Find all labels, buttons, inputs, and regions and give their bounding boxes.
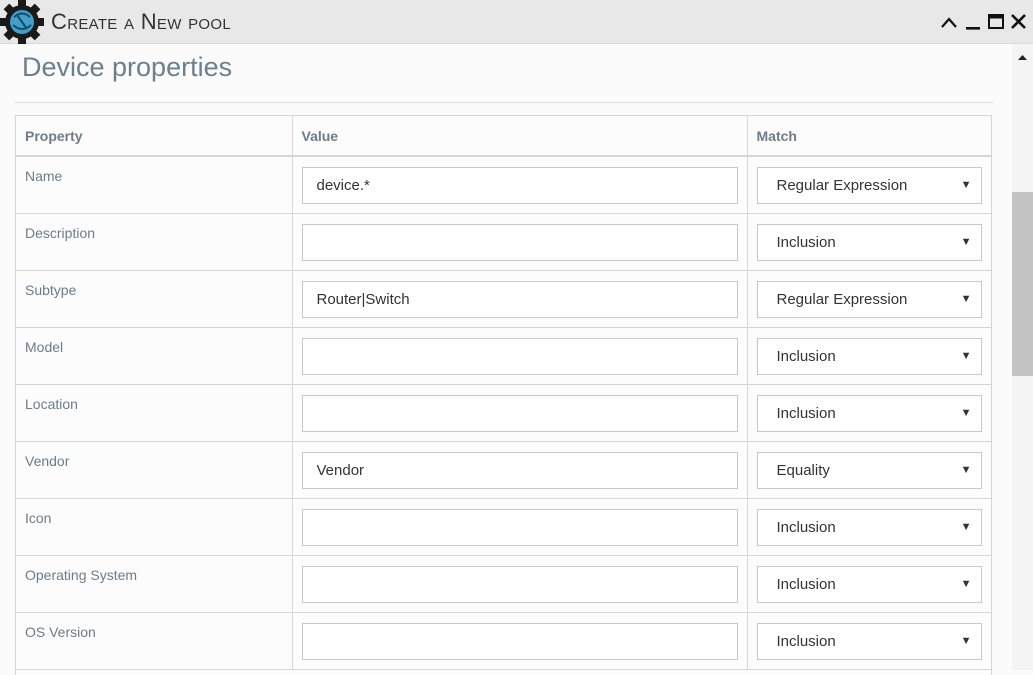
close-icon <box>1011 14 1026 29</box>
property-label-name: Name <box>25 168 63 184</box>
dropdown-caret-icon: ▼ <box>960 407 972 419</box>
table-row: Subtype Regular Expression ▼ <box>16 270 991 328</box>
property-label-subtype: Subtype <box>25 282 77 298</box>
dropdown-caret-icon: ▼ <box>960 179 972 191</box>
dropdown-caret-icon: ▼ <box>960 293 972 305</box>
vendor-match-value: Equality <box>776 462 830 479</box>
table-row: Model Inclusion ▼ <box>16 327 991 385</box>
description-match-value: Inclusion <box>776 234 836 251</box>
subtype-match-value: Regular Expression <box>776 291 908 308</box>
property-label-icon: Icon <box>25 510 52 526</box>
location-match-value: Inclusion <box>776 405 836 422</box>
property-label-model: Model <box>25 339 64 355</box>
table-row: Operating System Inclusion ▼ <box>16 555 991 613</box>
os-version-match-value: Inclusion <box>776 633 836 650</box>
model-match-value: Inclusion <box>776 348 836 365</box>
name-match-select[interactable]: Regular Expression ▼ <box>756 167 982 204</box>
scrollbar-thumb[interactable] <box>1012 192 1033 376</box>
maximize-icon <box>988 14 1004 29</box>
minimize-button[interactable] <box>962 8 984 34</box>
icon-match-select[interactable]: Inclusion ▼ <box>756 509 982 546</box>
table-row: Name Regular Expression ▼ <box>16 156 991 214</box>
name-match-value: Regular Expression <box>776 177 908 194</box>
vertical-scrollbar[interactable] <box>1012 44 1033 670</box>
icon-value-input[interactable] <box>301 509 738 546</box>
model-value-input[interactable] <box>301 338 738 375</box>
property-label-location: Location <box>25 396 78 412</box>
subtype-value-input[interactable] <box>301 281 738 318</box>
operating-system-match-select[interactable]: Inclusion ▼ <box>756 566 982 603</box>
name-value-input[interactable] <box>301 167 738 204</box>
table-row: Vendor Equality ▼ <box>16 441 991 499</box>
description-value-input[interactable] <box>301 224 738 261</box>
table-row: Location Inclusion ▼ <box>16 384 991 442</box>
subtype-match-select[interactable]: Regular Expression ▼ <box>756 281 982 318</box>
operating-system-match-value: Inclusion <box>776 576 836 593</box>
scroll-up-arrow-icon <box>1018 55 1027 60</box>
column-header-match: Match <box>746 116 991 157</box>
dropdown-caret-icon: ▼ <box>960 521 972 533</box>
property-label-vendor: Vendor <box>25 453 70 469</box>
section-divider <box>15 102 993 103</box>
dropdown-caret-icon: ▼ <box>960 578 972 590</box>
collapse-icon <box>941 17 957 28</box>
dropdown-caret-icon: ▼ <box>960 635 972 647</box>
dropdown-caret-icon: ▼ <box>960 464 972 476</box>
scroll-up-button[interactable] <box>1012 50 1033 62</box>
column-header-value: Value <box>291 116 747 157</box>
table-header-row: Property Value Match <box>16 116 991 157</box>
minimize-icon <box>966 27 980 30</box>
close-button[interactable] <box>1008 8 1030 34</box>
maximize-button[interactable] <box>985 8 1007 34</box>
vendor-value-input[interactable] <box>301 452 738 489</box>
collapse-button[interactable] <box>938 8 960 34</box>
property-label-description: Description <box>25 225 96 241</box>
location-value-input[interactable] <box>301 395 738 432</box>
property-label-operating-system: Operating System <box>25 567 138 583</box>
description-match-select[interactable]: Inclusion ▼ <box>756 224 982 261</box>
device-properties-table: Property Value Match Name Regular Expres… <box>15 115 992 675</box>
column-header-property: Property <box>16 116 292 157</box>
title-bar: Create a New pool <box>0 0 1033 44</box>
window-title: Create a New pool <box>51 9 231 34</box>
model-match-select[interactable]: Inclusion ▼ <box>756 338 982 375</box>
icon-match-value: Inclusion <box>776 519 836 536</box>
vendor-match-select[interactable]: Equality ▼ <box>756 452 982 489</box>
dropdown-caret-icon: ▼ <box>960 350 972 362</box>
os-version-value-input[interactable] <box>301 623 738 660</box>
table-row: Description Inclusion ▼ <box>16 213 991 271</box>
dropdown-caret-icon: ▼ <box>960 236 972 248</box>
section-title: Device properties <box>22 52 233 82</box>
os-version-match-select[interactable]: Inclusion ▼ <box>756 623 982 660</box>
table-row: Icon Inclusion ▼ <box>16 498 991 556</box>
location-match-select[interactable]: Inclusion ▼ <box>756 395 982 432</box>
app-logo-icon <box>0 0 44 44</box>
table-row: OS Version Inclusion ▼ <box>16 612 991 670</box>
operating-system-value-input[interactable] <box>301 566 738 603</box>
property-label-os-version: OS Version <box>25 624 96 640</box>
